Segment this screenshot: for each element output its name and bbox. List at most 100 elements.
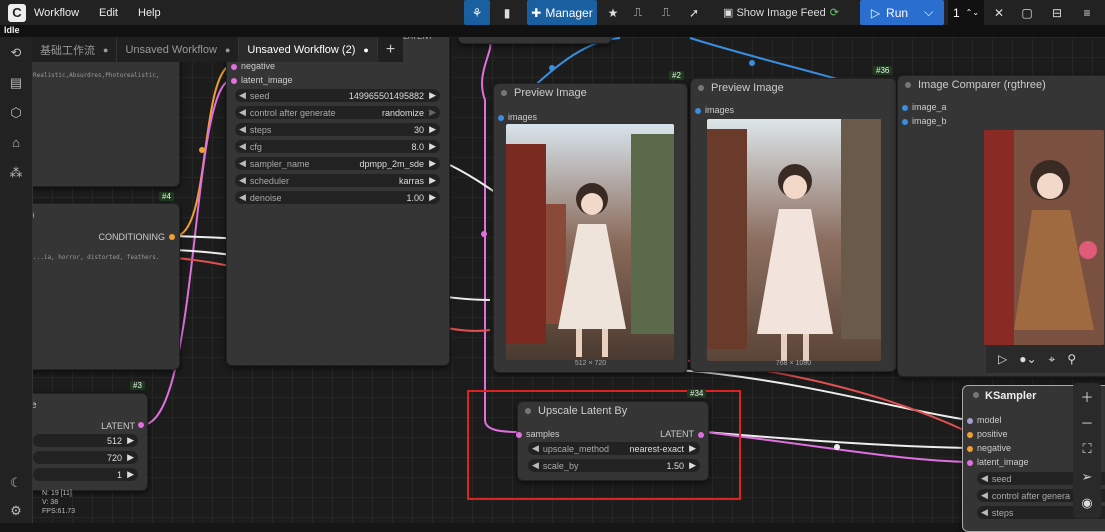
tool-button-1[interactable]: ⎍ <box>628 0 648 25</box>
height-widget[interactable]: 720 ▶ <box>33 451 138 464</box>
upscale-method-widget[interactable]: ◀ upscale_method nearest-exact ▶ <box>528 442 700 455</box>
play-icon[interactable]: ▷ <box>998 352 1007 366</box>
node-title: Preview Image <box>691 79 896 97</box>
cancel-button[interactable]: ✕ <box>990 0 1008 25</box>
widget-name: cfg <box>249 141 262 152</box>
preview-image-node-1[interactable]: Preview Image images 512 × 720 <box>493 83 688 373</box>
dot-menu-icon[interactable]: ●⌄ <box>1019 352 1036 366</box>
positive-prompt-text[interactable]: Realistic,Absurdres,Photorealistic, <box>33 72 159 79</box>
node-library-icon[interactable]: ⁂ <box>8 165 24 181</box>
input-dot <box>695 107 701 114</box>
select-mode-icon[interactable]: ➢ <box>1079 469 1095 485</box>
image-a-input[interactable]: image_a <box>902 102 947 112</box>
negative-prompt-text[interactable]: ...ia, horror, distorted, feathers. <box>33 254 159 261</box>
zoom-in-icon[interactable]: ＋ <box>1079 387 1095 405</box>
theme-moon-icon[interactable]: ☾ <box>8 475 24 491</box>
chevron-down-icon: ⌵ <box>924 5 934 19</box>
pin-icon[interactable]: ⌖ <box>1049 352 1056 367</box>
run-button[interactable]: ▷ Run ⌵ <box>860 0 944 25</box>
latent-output[interactable]: LATENT <box>101 421 135 431</box>
images-input[interactable]: images <box>695 105 734 115</box>
new-tab-button[interactable]: + <box>378 37 403 62</box>
menu-edit[interactable]: Edit <box>99 7 118 19</box>
images-input[interactable]: images <box>498 112 537 122</box>
scale-by-widget[interactable]: ◀ scale_by 1.50 ▶ <box>528 459 700 472</box>
fit-view-icon[interactable]: ⛶ <box>1079 441 1095 457</box>
toggle-panel-button[interactable]: ▢ <box>1018 0 1036 25</box>
negative-input[interactable]: negative <box>231 61 275 71</box>
positive-input[interactable]: positive <box>967 429 1008 439</box>
widget-name: steps <box>249 124 272 135</box>
manager-label: Manager <box>545 5 593 20</box>
ksampler-node-main[interactable]: LATENT negative latent_image ◀seed149965… <box>226 30 450 366</box>
image-comparer-node[interactable]: Image Comparer (rgthree) image_a image_b <box>897 75 1105 377</box>
square-icon: ▢ <box>1021 5 1033 20</box>
tab-workflow-2[interactable]: Unsaved Workflow ● <box>117 37 240 62</box>
latent-output[interactable]: LATENT <box>660 429 704 439</box>
tool-button-2[interactable]: ⎍ <box>656 0 676 25</box>
node-id-badge: #3 <box>130 381 145 390</box>
widget-name: steps <box>991 507 1014 518</box>
arrow-right-icon: ▶ <box>127 452 134 462</box>
negative-input[interactable]: negative <box>967 443 1011 453</box>
batch-size-widget[interactable]: 1 ▶ <box>33 468 138 481</box>
control-after-generate-widget[interactable]: ◀ control after generate randomize ▶ <box>235 106 440 119</box>
negative-prompt-node[interactable]: ) CONDITIONING ...ia, horror, distorted,… <box>18 203 180 370</box>
steps-widget[interactable]: ◀ steps 30 ▶ <box>235 123 440 136</box>
settings-gear-icon[interactable]: ⚙ <box>8 503 24 519</box>
star-button[interactable]: ★ <box>603 0 623 25</box>
menu-help[interactable]: Help <box>138 7 161 19</box>
latent-image-input[interactable]: latent_image <box>231 75 293 85</box>
empty-latent-node[interactable]: e LATENT 512 ▶ 720 ▶ 1 ▶ <box>18 393 148 491</box>
widget-value: 30 <box>413 124 424 135</box>
input-dot <box>902 118 908 125</box>
bookmark-icon[interactable]: ⚲ <box>1067 352 1076 366</box>
show-image-feed-button[interactable]: ▣ Show Image Feed ⟳ <box>722 0 840 25</box>
model-input[interactable]: model <box>967 415 1002 425</box>
zoom-out-icon[interactable]: － <box>1079 413 1095 431</box>
menu-workflow[interactable]: Workflow <box>34 7 79 19</box>
menu-icon: ≡ <box>1083 5 1091 20</box>
model-library-icon[interactable]: ⬡ <box>8 105 24 121</box>
positive-prompt-node[interactable]: Realistic,Absurdres,Photorealistic, <box>18 55 180 187</box>
widget-name: seed <box>991 473 1012 484</box>
input-dot <box>231 63 237 70</box>
arrow-left-icon: ◀ <box>981 490 988 500</box>
queue-count-stepper[interactable]: 1 ⌃⌄ <box>948 0 984 25</box>
width-widget[interactable]: 512 ▶ <box>33 434 138 447</box>
arrow-right-icon: ▶ <box>689 443 696 453</box>
queue-status: Idle <box>0 25 1105 37</box>
input-label: samples <box>526 429 560 439</box>
visibility-eye-icon[interactable]: ◉ <box>1079 495 1095 511</box>
run-label: Run <box>886 5 909 20</box>
preview-image-node-2[interactable]: Preview Image images 768 × 1080 <box>690 78 897 372</box>
app-logo: C <box>8 3 26 22</box>
unsaved-dot-icon: ● <box>224 44 231 55</box>
conditioning-output[interactable]: CONDITIONING <box>99 232 166 242</box>
manager-button[interactable]: ✚ Manager <box>527 0 597 25</box>
input-dot <box>231 77 237 84</box>
latent-image-input[interactable]: latent_image <box>967 457 1029 467</box>
samples-input[interactable]: samples <box>516 429 560 439</box>
folder-icon[interactable]: ⌂ <box>8 135 24 151</box>
upscale-latent-node[interactable]: Upscale Latent By samples LATENT ◀ upscal… <box>516 401 709 481</box>
output-slot-dot[interactable] <box>169 234 175 240</box>
history-icon[interactable]: ⟲ <box>8 45 24 61</box>
workflow-icon-button[interactable]: ⚘ <box>464 0 490 25</box>
denoise-widget[interactable]: ◀ denoise 1.00 ▶ <box>235 191 440 204</box>
arrow-left-icon: ◀ <box>239 175 246 185</box>
queue-icon[interactable]: ▤ <box>8 75 24 91</box>
sampler-name-widget[interactable]: ◀ sampler_name dpmpp_2m_sde ▶ <box>235 157 440 170</box>
share-button[interactable]: ➚ <box>684 0 704 25</box>
tab-workflow-1[interactable]: 基础工作流 ● <box>32 37 118 62</box>
latent-output-dot[interactable] <box>138 422 144 428</box>
seed-widget[interactable]: ◀ seed 149965501495882 ▶ <box>235 89 440 102</box>
bottom-panel-button[interactable]: ⊟ <box>1048 0 1066 25</box>
hamburger-menu-button[interactable]: ≡ <box>1078 0 1096 25</box>
tab-workflow-3[interactable]: Unsaved Workflow (2) ● <box>239 37 378 62</box>
image-b-input[interactable]: image_b <box>902 116 947 126</box>
cfg-widget[interactable]: ◀ cfg 8.0 ▶ <box>235 140 440 153</box>
node-title: Image Comparer (rgthree) <box>898 76 1105 94</box>
bookmark-button[interactable]: ▮ <box>496 0 518 25</box>
scheduler-widget[interactable]: ◀ scheduler karras ▶ <box>235 174 440 187</box>
